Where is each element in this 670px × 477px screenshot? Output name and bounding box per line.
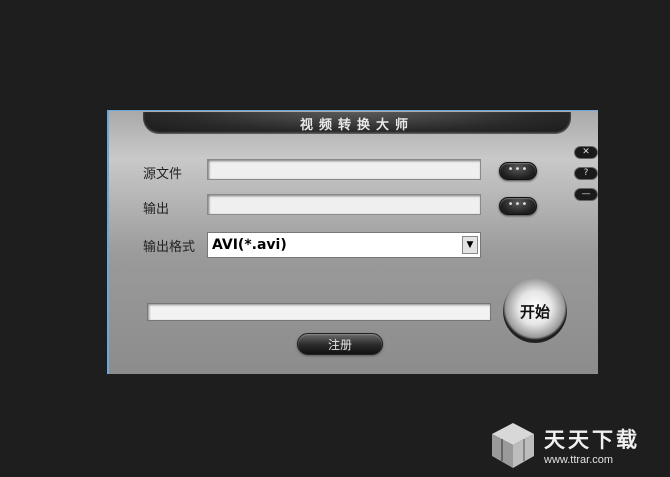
source-browse-button[interactable]: ••• [499, 162, 537, 180]
watermark-url: www.ttrar.com [544, 454, 614, 466]
start-label: 开始 [519, 302, 550, 321]
progress-bar [147, 303, 491, 321]
watermark-name: 天天下载 [544, 428, 640, 452]
source-file-label: 源文件 [143, 167, 183, 182]
output-browse-button[interactable]: ••• [499, 197, 537, 215]
minimize-icon[interactable]: — [574, 188, 598, 201]
watermark: 天天下载 www.ttrar.com [488, 418, 668, 473]
watermark-cube-icon [492, 423, 534, 468]
dropdown-arrow-icon[interactable]: ▼ [462, 236, 478, 254]
output-label: 输出 [143, 202, 170, 217]
output-input[interactable] [207, 194, 481, 215]
source-file-input[interactable] [207, 159, 481, 180]
app-window: 视频转换大师 源文件 ••• 输出 ••• 输出格式 AVI(*.avi) ▼ … [107, 110, 598, 374]
close-icon[interactable]: ✕ [574, 146, 598, 159]
title-bar[interactable]: 视频转换大师 [143, 112, 571, 134]
format-selected-value: AVI(*.avi) [212, 237, 287, 253]
register-button[interactable]: 注册 [297, 333, 383, 355]
help-icon[interactable]: ? [574, 167, 598, 180]
start-button[interactable]: 开始 [503, 279, 567, 343]
format-select[interactable]: AVI(*.avi) ▼ [207, 232, 481, 258]
format-label: 输出格式 [143, 240, 196, 255]
window-title: 视频转换大师 [299, 117, 414, 133]
register-label: 注册 [327, 337, 352, 352]
